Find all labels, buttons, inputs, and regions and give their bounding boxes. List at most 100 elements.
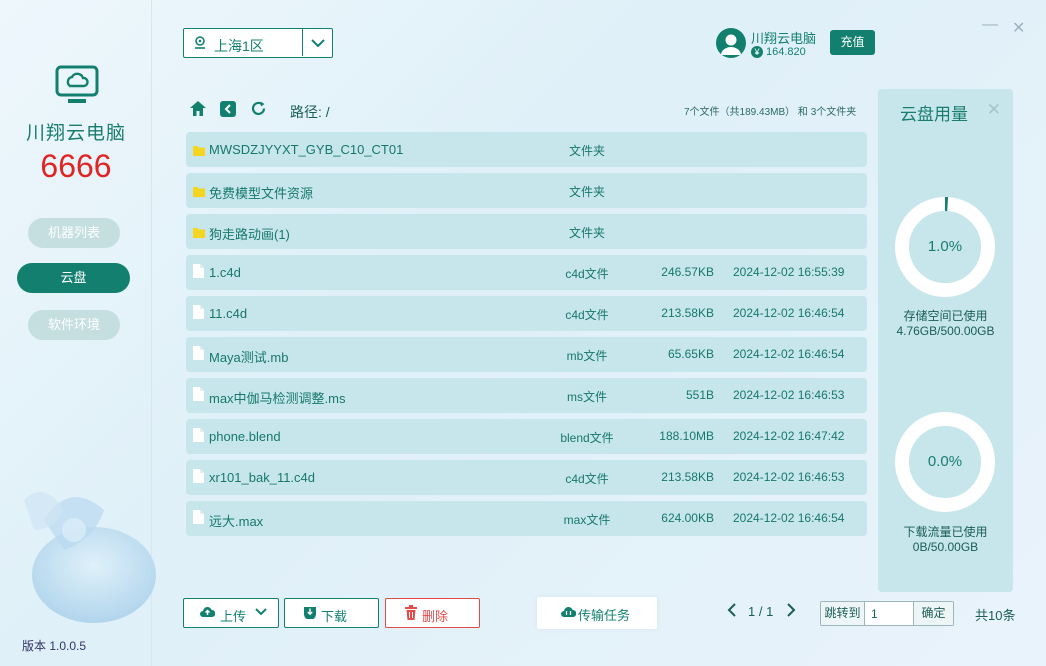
file-name: 狗走路动画(1) bbox=[209, 227, 290, 242]
delete-button[interactable]: 删除 bbox=[385, 598, 480, 628]
file-size: 624.00KB bbox=[661, 511, 714, 525]
file-name: max中伽马检测调整.ms bbox=[209, 391, 346, 406]
file-date: 2024-12-02 16:46:54 bbox=[733, 347, 845, 361]
folder-row[interactable]: 狗走路动画(1) 文件夹 bbox=[186, 214, 867, 249]
file-icon bbox=[193, 387, 204, 406]
cloud-upload-icon bbox=[200, 605, 216, 622]
cloud-transfer-icon bbox=[561, 605, 577, 622]
file-size: 551B bbox=[685, 388, 714, 402]
upload-button[interactable]: 上传 bbox=[183, 598, 279, 628]
file-icon bbox=[193, 428, 204, 447]
nav-cloud-disk[interactable]: 云盘 bbox=[17, 263, 130, 293]
file-date: 2024-12-02 16:55:39 bbox=[733, 265, 845, 279]
file-name: xr101_bak_11.c4d bbox=[209, 470, 316, 485]
file-size: 213.58KB bbox=[661, 306, 714, 320]
file-type: blend文件 bbox=[560, 431, 614, 445]
file-summary: 7个文件（共189.43MB） 和 3个文件夹 bbox=[684, 107, 857, 118]
file-type: 文件夹 bbox=[568, 226, 605, 240]
file-icon bbox=[193, 264, 204, 283]
file-type: 文件夹 bbox=[568, 144, 605, 158]
location-pin-icon bbox=[192, 35, 208, 56]
file-row[interactable]: 11.c4d c4d文件 213.58KB 2024-12-02 16:46:54 bbox=[186, 296, 867, 331]
total-count: 共10条 bbox=[975, 608, 1016, 623]
close-icon[interactable]: ✕ bbox=[1012, 18, 1025, 38]
logo-icon bbox=[54, 64, 100, 106]
upload-label: 上传 bbox=[220, 609, 247, 624]
file-icon bbox=[193, 305, 204, 324]
traffic-label: 下载流量已使用 bbox=[903, 525, 988, 539]
page-indicator: 1 / 1 bbox=[748, 604, 774, 619]
download-label: 下载 bbox=[321, 609, 348, 624]
file-type: max文件 bbox=[563, 513, 611, 527]
transfer-tasks-label: 传输任务 bbox=[578, 608, 631, 623]
recharge-button[interactable]: 充值 bbox=[830, 30, 875, 55]
region-value: 上海1区 bbox=[214, 38, 264, 54]
home-icon[interactable] bbox=[189, 100, 207, 122]
region-select[interactable]: 上海1区 bbox=[183, 28, 333, 58]
next-page-icon[interactable] bbox=[786, 602, 796, 621]
file-name: phone.blend bbox=[209, 429, 281, 444]
transfer-tasks-button[interactable]: 传输任务 bbox=[537, 597, 657, 629]
path-breadcrumb: 路径: / bbox=[290, 104, 330, 120]
usage-title: 云盘用量 bbox=[900, 105, 968, 124]
file-date: 2024-12-02 16:47:42 bbox=[733, 429, 845, 443]
refresh-icon[interactable] bbox=[250, 100, 267, 122]
file-row[interactable]: Maya测试.mb mb文件 65.65KB 2024-12-02 16:46:54 bbox=[186, 337, 867, 372]
machine-number: 6666 bbox=[40, 148, 112, 184]
file-size: 188.10MB bbox=[659, 429, 714, 443]
brand-name: 川翔云电脑 bbox=[25, 123, 126, 144]
usage-close-icon[interactable]: ✕ bbox=[987, 100, 1001, 120]
storage-percent: 1.0% bbox=[927, 238, 963, 255]
decorative-illustration bbox=[4, 460, 164, 630]
file-type: c4d文件 bbox=[565, 472, 609, 486]
file-icon bbox=[193, 469, 204, 488]
file-icon bbox=[193, 510, 204, 529]
app-window: 川翔云电脑 6666 机器列表 云盘 软件环境 版本 1.0.0.5 上海1区 … bbox=[0, 0, 1046, 666]
file-row[interactable]: max中伽马检测调整.ms ms文件 551B 2024-12-02 16:46:53 bbox=[186, 378, 867, 413]
file-date: 2024-12-02 16:46:53 bbox=[733, 388, 845, 402]
folder-row[interactable]: MWSDZJYYXT_GYB_C10_CT01 文件夹 bbox=[186, 132, 867, 167]
file-name: 免费模型文件资源 bbox=[209, 186, 314, 201]
trash-icon bbox=[404, 605, 418, 623]
version-label: 版本 1.0.0.5 bbox=[22, 639, 87, 653]
folder-icon bbox=[193, 184, 205, 202]
file-row[interactable]: xr101_bak_11.c4d c4d文件 213.58KB 2024-12-02 … bbox=[186, 460, 867, 495]
file-type: mb文件 bbox=[566, 349, 608, 363]
jump-page-input[interactable] bbox=[866, 602, 914, 625]
traffic-value: 0B/50.00GB bbox=[912, 540, 979, 554]
usage-panel: 云盘用量 ✕ 1.0% 存储空间已使用 4.76GB/500.00GB 0.0%… bbox=[878, 89, 1013, 592]
file-type: ms文件 bbox=[567, 390, 607, 404]
file-name: 远大.max bbox=[209, 514, 264, 529]
file-row[interactable]: 远大.max max文件 624.00KB 2024-12-02 16:46:54 bbox=[186, 501, 867, 536]
traffic-ring: 0.0% bbox=[894, 411, 996, 513]
storage-ring: 1.0% bbox=[894, 196, 996, 298]
nav-software-env[interactable]: 软件环境 bbox=[28, 310, 120, 340]
balance: 164.820 bbox=[766, 46, 806, 58]
file-row[interactable]: phone.blend blend文件 188.10MB 2024-12-02 16:… bbox=[186, 419, 867, 454]
minimize-icon[interactable]: — bbox=[982, 16, 998, 34]
file-row[interactable]: 1.c4d c4d文件 246.57KB 2024-12-02 16:55:39 bbox=[186, 255, 867, 290]
folder-icon bbox=[193, 225, 205, 243]
chevron-down-icon[interactable] bbox=[254, 605, 268, 622]
file-size: 246.57KB bbox=[661, 265, 714, 279]
folder-icon bbox=[193, 143, 205, 161]
nav-machine-list[interactable]: 机器列表 bbox=[28, 218, 120, 248]
username: 川翔云电脑 bbox=[751, 31, 817, 46]
file-name: Maya测试.mb bbox=[209, 350, 289, 365]
jump-label: 跳转到 bbox=[821, 602, 865, 625]
prev-page-icon[interactable] bbox=[727, 602, 737, 621]
file-date: 2024-12-02 16:46:54 bbox=[733, 511, 845, 525]
chevron-down-icon[interactable] bbox=[302, 29, 332, 56]
traffic-percent: 0.0% bbox=[927, 453, 963, 470]
sidebar: 川翔云电脑 6666 机器列表 云盘 软件环境 版本 1.0.0.5 bbox=[0, 0, 156, 666]
jump-confirm-button[interactable]: 确定 bbox=[913, 602, 953, 625]
file-date: 2024-12-02 16:46:54 bbox=[733, 306, 845, 320]
folder-row[interactable]: 免费模型文件资源 文件夹 bbox=[186, 173, 867, 208]
download-button[interactable]: 下载 bbox=[284, 598, 379, 628]
avatar[interactable] bbox=[716, 28, 746, 58]
file-type: c4d文件 bbox=[565, 308, 609, 322]
page-jump: 跳转到 确定 bbox=[820, 601, 954, 626]
back-icon[interactable] bbox=[220, 101, 236, 122]
file-size: 65.65KB bbox=[667, 347, 714, 361]
file-size: 213.58KB bbox=[661, 470, 714, 484]
